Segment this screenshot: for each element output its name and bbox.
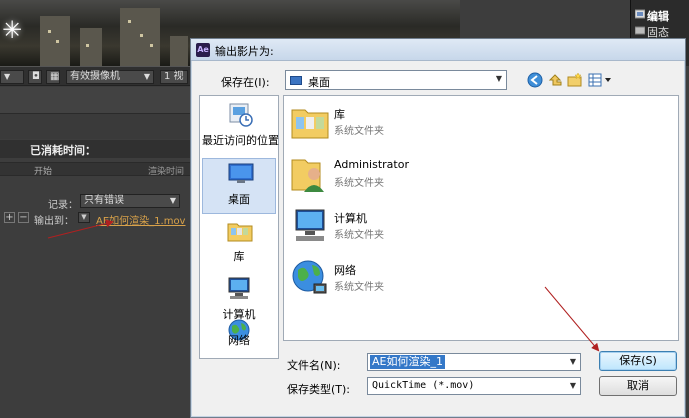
save-movie-dialog: Ae 输出影片为: 保存在(I): 桌面 ▼ 最近访问的位置 桌面 库 计算机 … — [190, 38, 686, 418]
save-in-dropdown[interactable]: 桌面 ▼ — [285, 70, 507, 90]
output-module-row: + − 输出到： ▼ AE如何渲染_1.mov — [0, 211, 190, 227]
log-dropdown[interactable]: 只有错误 ▼ — [80, 194, 180, 208]
new-folder-icon[interactable] — [567, 72, 583, 88]
file-list: 库 系统文件夹 Administrator 系统文件夹 计算机 系统文件夹 网络… — [283, 95, 679, 341]
log-label: 记录： — [48, 200, 78, 211]
composition-icon — [635, 9, 645, 19]
output-to-label: 输出到： — [34, 216, 74, 227]
desktop-icon — [290, 76, 302, 85]
chevron-down-icon: ▼ — [569, 381, 576, 390]
place-library[interactable]: 库 — [202, 216, 276, 272]
after-effects-logo-icon: Ae — [196, 43, 210, 57]
back-icon[interactable] — [527, 72, 543, 88]
column-start[interactable]: 开始 — [34, 164, 52, 177]
cancel-button[interactable]: 取消 — [599, 376, 677, 396]
output-file-link[interactable]: AE如何渲染_1.mov — [96, 212, 185, 227]
save-button[interactable]: 保存(S) — [599, 351, 677, 371]
dialog-title: 输出影片为: — [215, 45, 274, 58]
filetype-label: 保存类型(T): — [287, 383, 351, 396]
library-folder-icon — [291, 109, 329, 139]
chevron-down-icon: ▼ — [495, 74, 502, 83]
output-to-dropdown[interactable]: ▼ — [78, 212, 90, 223]
render-queue-columns: 开始 渲染时间 — [0, 162, 190, 177]
view-layout-dropdown[interactable]: 1 视 — [160, 70, 188, 84]
desktop-icon — [228, 163, 254, 183]
filename-input[interactable]: AE如何渲染_1 ▼ — [367, 353, 581, 371]
column-render-time[interactable]: 渲染时间 — [148, 164, 184, 177]
place-recent[interactable]: 最近访问的位置 — [202, 100, 279, 156]
magnification-dropdown[interactable]: ▼ — [0, 70, 24, 84]
transparency-grid-icon[interactable]: ▦ — [46, 70, 60, 84]
render-queue-header: 已消耗时间： — [0, 140, 200, 158]
camera-dropdown[interactable]: 有效摄像机 ▼ — [66, 70, 154, 84]
list-item[interactable]: Administrator 系统文件夹 — [290, 152, 490, 200]
lens-flare-icon: ✳ — [2, 16, 23, 44]
add-output-button[interactable]: + — [4, 212, 15, 223]
list-item[interactable]: 网络 系统文件夹 — [290, 256, 490, 304]
filename-label: 文件名(N): — [287, 359, 341, 372]
dialog-title-bar[interactable]: Ae 输出影片为: — [191, 39, 685, 61]
user-folder-icon — [291, 159, 324, 192]
place-desktop[interactable]: 桌面 — [202, 158, 276, 214]
list-item[interactable]: 计算机 系统文件夹 — [290, 204, 490, 252]
chevron-down-icon: ▼ — [169, 196, 176, 205]
library-icon — [227, 223, 253, 242]
elapsed-time-label: 已消耗时间： — [30, 144, 96, 157]
computer-icon — [228, 277, 250, 299]
folder-icon — [635, 26, 645, 35]
views-menu-icon[interactable] — [588, 72, 614, 88]
remove-output-button[interactable]: − — [18, 212, 29, 223]
filetype-dropdown[interactable]: QuickTime (*.mov) ▼ — [367, 377, 581, 395]
places-bar: 最近访问的位置 桌面 库 计算机 网络 — [199, 95, 279, 359]
place-network[interactable]: 网络 — [202, 319, 276, 360]
network-icon — [292, 260, 327, 294]
chevron-down-icon[interactable]: ▼ — [570, 357, 576, 366]
computer-icon — [295, 209, 325, 241]
recent-places-icon — [229, 103, 253, 127]
list-item[interactable]: 库 系统文件夹 — [290, 100, 490, 148]
save-in-label: 保存在(I): — [221, 76, 270, 89]
up-folder-icon[interactable] — [547, 72, 563, 88]
project-item[interactable]: 编辑 — [647, 8, 669, 24]
region-of-interest-icon[interactable]: ◘ — [28, 70, 42, 84]
